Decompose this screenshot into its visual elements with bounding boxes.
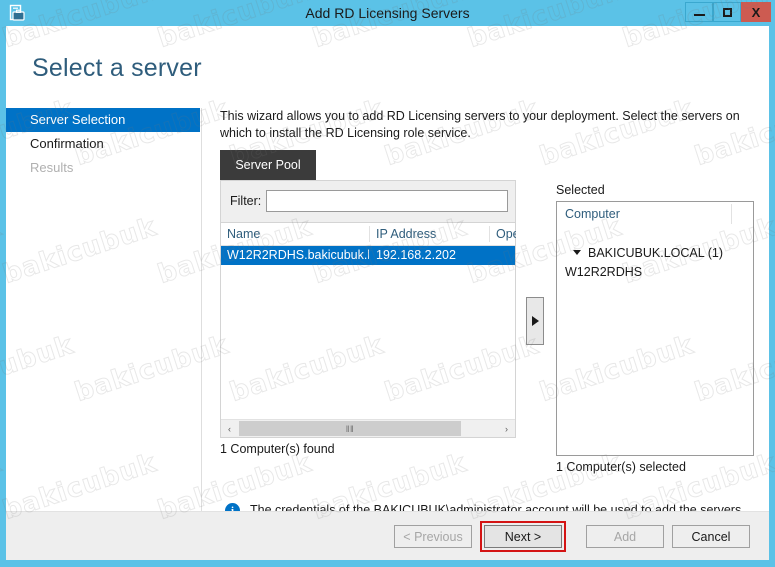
dialog-footer: < Previous Next > Add Cancel — [6, 511, 769, 560]
sidebar-item-label: Server Selection — [30, 112, 125, 127]
main-content: This wizard allows you to add RD Licensi… — [220, 26, 769, 560]
selected-group-label: BAKICUBUK.LOCAL (1) — [588, 246, 723, 260]
previous-button[interactable]: < Previous — [394, 525, 472, 548]
cell-ip-address: 192.168.2.202 — [370, 246, 489, 265]
vertical-divider — [201, 108, 202, 520]
close-icon: X — [752, 6, 761, 19]
column-divider[interactable] — [731, 204, 732, 224]
maximize-button[interactable] — [713, 2, 741, 22]
sidebar-item-server-selection[interactable]: Server Selection — [6, 108, 200, 132]
cell-name: W12R2RDHS.bakicubuk.l... — [221, 246, 369, 265]
selected-status: 1 Computer(s) selected — [556, 460, 686, 474]
wizard-step-list: Server Selection Confirmation Results — [6, 108, 200, 180]
column-header-name[interactable]: Name — [221, 223, 369, 245]
column-header-ip-address[interactable]: IP Address — [370, 223, 489, 245]
watermark-text: bakicubuk — [0, 212, 5, 290]
watermark-text: bakicubuk — [0, 448, 5, 526]
next-button[interactable]: Next > — [484, 525, 562, 548]
sidebar-item-label: Results — [30, 160, 73, 175]
tab-label: Server Pool — [235, 158, 300, 172]
selected-header-row: Computer — [557, 202, 753, 227]
dialog-window: Add RD Licensing Servers X Select a serv… — [0, 0, 775, 567]
cancel-button[interactable]: Cancel — [672, 525, 750, 548]
table-row[interactable]: W12R2RDHS.bakicubuk.l... 192.168.2.202 — [221, 246, 515, 265]
server-pool-table[interactable]: Name IP Address Operat W12R2RDHS.bakicub… — [220, 222, 516, 438]
filter-input[interactable] — [266, 190, 508, 212]
server-pool-status: 1 Computer(s) found — [220, 442, 335, 456]
move-to-selected-button[interactable] — [526, 297, 544, 345]
selected-server-item[interactable]: W12R2RDHS — [565, 265, 642, 279]
close-button[interactable]: X — [741, 2, 771, 22]
filter-label: Filter: — [230, 194, 261, 208]
table-header-row: Name IP Address Operat — [221, 223, 515, 246]
selected-servers-panel[interactable]: Computer BAKICUBUK.LOCAL (1) W12R2RDHS — [556, 201, 754, 456]
intro-text: This wizard allows you to add RD Licensi… — [220, 108, 754, 142]
maximize-icon — [723, 8, 732, 17]
scroll-left-icon[interactable]: ‹ — [221, 420, 238, 437]
scrollbar-thumb[interactable]: ‖‖ — [239, 421, 461, 436]
horizontal-scrollbar[interactable]: ‹ ‖‖ › — [221, 419, 515, 437]
sidebar-item-confirmation[interactable]: Confirmation — [6, 132, 200, 156]
scroll-right-icon[interactable]: › — [498, 420, 515, 437]
column-header-computer[interactable]: Computer — [565, 207, 620, 221]
arrow-right-icon — [532, 316, 539, 326]
title-bar: Add RD Licensing Servers X — [0, 0, 775, 26]
selected-label: Selected — [556, 183, 605, 197]
sidebar-item-results: Results — [6, 156, 200, 180]
filter-bar: Filter: — [220, 180, 516, 222]
sidebar-item-label: Confirmation — [30, 136, 104, 151]
minimize-button[interactable] — [685, 2, 713, 22]
selected-group-item[interactable]: BAKICUBUK.LOCAL (1) — [573, 246, 723, 260]
add-button[interactable]: Add — [586, 525, 664, 548]
window-title: Add RD Licensing Servers — [0, 0, 775, 26]
cell-operating-system — [490, 246, 516, 265]
triangle-collapse-icon[interactable] — [573, 250, 581, 255]
page-title: Select a server — [32, 54, 202, 83]
minimize-icon — [694, 14, 705, 16]
dialog-client-area: Select a server Server Selection Confirm… — [6, 26, 769, 560]
tab-server-pool[interactable]: Server Pool — [220, 150, 316, 180]
column-header-operating-system[interactable]: Operat — [490, 223, 516, 245]
